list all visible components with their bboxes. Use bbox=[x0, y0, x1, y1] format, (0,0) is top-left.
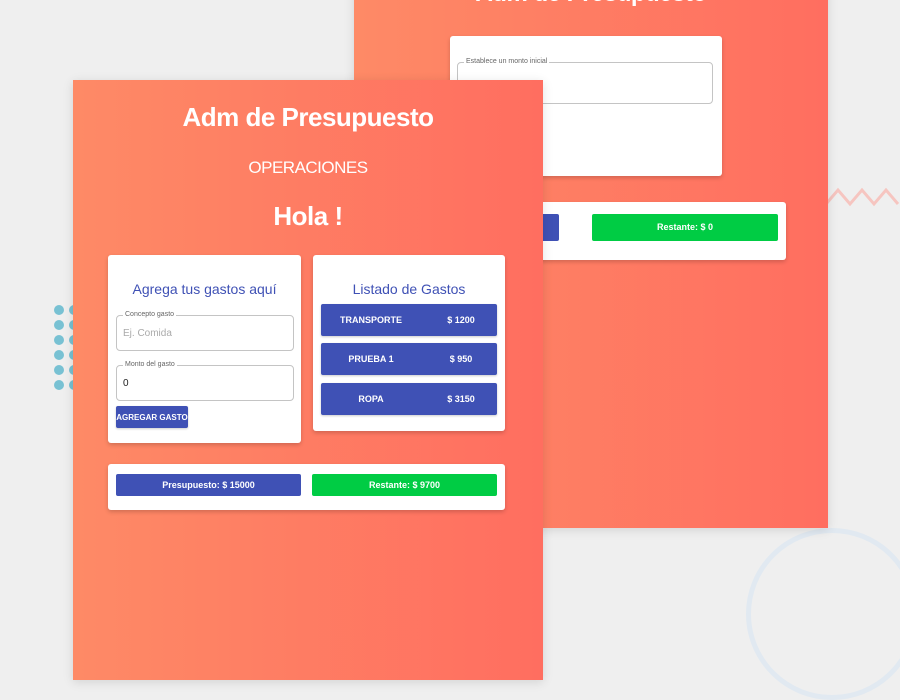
expense-amount: $ 1200 bbox=[447, 315, 475, 325]
remaining-badge: Restante: $ 9700 bbox=[312, 474, 497, 496]
page-title: Adm de Presupuesto bbox=[182, 102, 434, 132]
add-expense-button[interactable]: AGREGAR GASTO bbox=[116, 406, 188, 428]
concept-field[interactable]: Concepto gasto bbox=[116, 310, 294, 351]
list-item[interactable]: ROPA $ 3150 bbox=[321, 383, 497, 415]
expense-amount: $ 950 bbox=[449, 354, 473, 364]
expense-name: TRANSPORTE bbox=[339, 315, 402, 325]
back-panel-title: Adm de Presupuesto bbox=[354, 0, 828, 8]
back-summary-card: Restante: $ 0 bbox=[522, 202, 786, 260]
amount-input[interactable] bbox=[123, 378, 273, 389]
amount-label: Monto del gasto bbox=[123, 360, 177, 370]
concept-label: Concepto gasto bbox=[123, 310, 177, 320]
expense-list-card: Listado de Gastos TRANSPORTE $ 1200 PRUE… bbox=[313, 255, 505, 431]
back-remaining-bar: Restante: $ 0 bbox=[592, 214, 778, 241]
section-subtitle: OPERACIONES bbox=[248, 158, 368, 177]
expense-amount: $ 3150 bbox=[447, 394, 475, 404]
concept-input[interactable] bbox=[123, 328, 273, 339]
expense-name: PRUEBA 1 bbox=[348, 354, 394, 364]
budget-badge: Presupuesto: $ 15000 bbox=[116, 474, 301, 496]
add-expense-title: Agrega tus gastos aquí bbox=[132, 281, 277, 297]
expense-list-title: Listado de Gastos bbox=[352, 281, 466, 297]
front-budget-panel: Adm de Presupuesto OPERACIONES Hola ! Ag… bbox=[73, 80, 543, 680]
list-item[interactable]: TRANSPORTE $ 1200 bbox=[321, 304, 497, 336]
amount-field[interactable]: Monto del gasto bbox=[116, 360, 294, 401]
summary-card: Presupuesto: $ 15000 Restante: $ 9700 bbox=[108, 464, 505, 510]
circle-outline-decoration-icon bbox=[746, 528, 900, 700]
greeting: Hola ! bbox=[273, 201, 343, 231]
list-item[interactable]: PRUEBA 1 $ 950 bbox=[321, 343, 497, 375]
zigzag-decoration-icon bbox=[824, 187, 900, 207]
add-expense-card: Agrega tus gastos aquí Concepto gasto Mo… bbox=[108, 255, 301, 443]
expense-name: ROPA bbox=[358, 394, 384, 404]
initial-budget-label: Establece un monto inicial bbox=[464, 57, 550, 67]
